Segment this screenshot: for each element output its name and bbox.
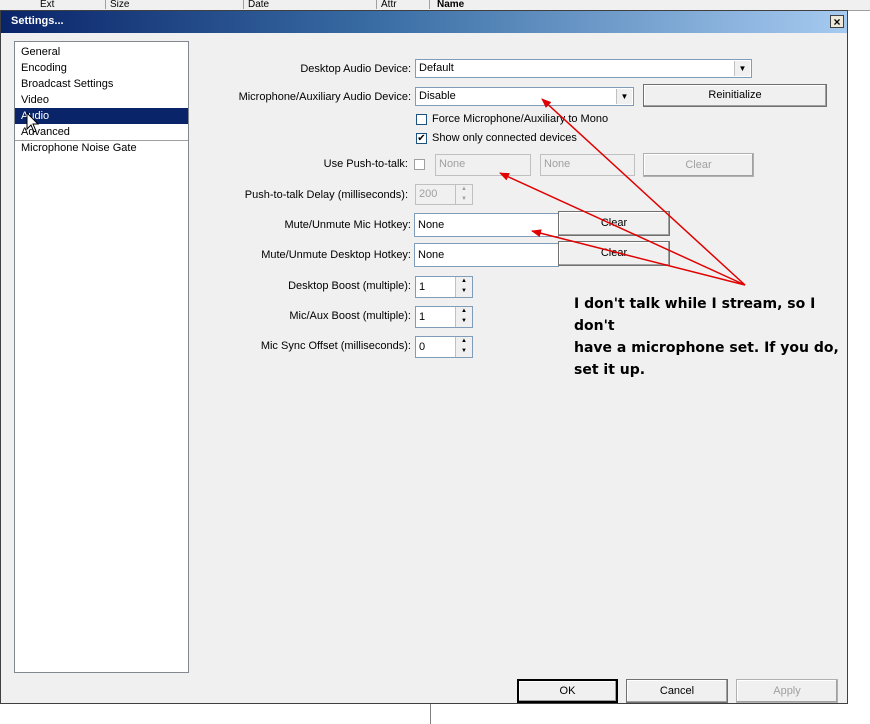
arrow-to-mic-device — [541, 98, 746, 286]
annotation-arrows — [499, 98, 746, 286]
arrow-to-mute-mic-hotkey — [531, 229, 746, 286]
mouse-cursor-icon — [26, 112, 40, 133]
arrow-to-push-to-talk — [499, 172, 746, 286]
